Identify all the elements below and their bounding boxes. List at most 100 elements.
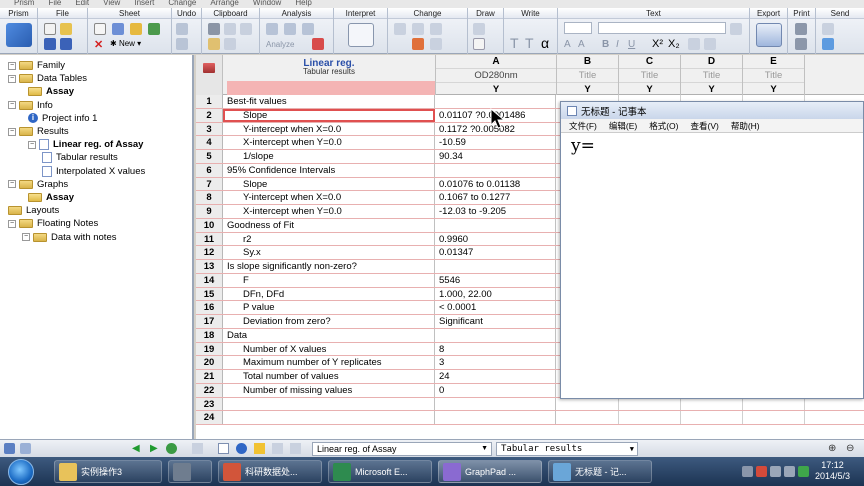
row-number[interactable]: 15 — [196, 287, 223, 301]
column-header-c[interactable]: C Title Y — [619, 55, 681, 95]
row-label-cell[interactable]: Y-intercept when X=0.0 — [223, 122, 435, 136]
save-all-icon[interactable] — [60, 38, 72, 50]
row-number[interactable]: 8 — [196, 191, 223, 204]
row-label-cell[interactable]: 95% Confidence Intervals — [223, 163, 435, 177]
navigator-item[interactable]: − Graphs — [8, 178, 68, 191]
notepad-menu-item[interactable]: 文件(F) — [569, 119, 597, 132]
next-sheet-icon[interactable]: ▶ — [150, 443, 161, 454]
row-number[interactable]: 2 — [196, 108, 223, 122]
row-label-cell[interactable]: Deviation from zero? — [223, 315, 435, 328]
row-number[interactable]: 16 — [196, 301, 223, 314]
export-icon[interactable] — [756, 23, 782, 47]
copy-special-icon[interactable] — [240, 23, 252, 35]
open-folder-icon[interactable] — [60, 23, 72, 35]
print-icon[interactable] — [795, 23, 807, 35]
draw-line-icon[interactable] — [473, 23, 485, 35]
prism-logo-icon[interactable] — [6, 23, 32, 47]
row-label-cell[interactable]: 1/slope — [223, 150, 435, 163]
row-label-cell[interactable]: Number of missing values — [223, 383, 435, 397]
sheet-select[interactable]: Linear reg. of Assay ▼ — [312, 442, 492, 456]
interpret-checklist-icon[interactable] — [348, 23, 374, 47]
system-clock[interactable]: 17:12 2014/5/3 — [815, 460, 850, 482]
value-cell[interactable]: 90.34 — [436, 150, 556, 163]
row-number[interactable]: 9 — [196, 205, 223, 218]
row-number[interactable]: 17 — [196, 315, 223, 328]
empty-cell[interactable] — [557, 397, 619, 411]
font-size-select[interactable] — [564, 22, 592, 34]
value-cell[interactable]: Significant — [436, 315, 556, 328]
notepad-menu-item[interactable]: 格式(O) — [649, 119, 678, 132]
cut-icon[interactable] — [208, 23, 220, 35]
row-number[interactable]: 7 — [196, 177, 223, 191]
paste-special-icon[interactable] — [224, 38, 236, 50]
tray-volume-icon[interactable] — [784, 466, 795, 477]
layout-icon[interactable] — [290, 443, 301, 454]
row-number[interactable]: 10 — [196, 218, 223, 232]
value-cell[interactable]: 0.01076 to 0.01138 — [436, 177, 556, 191]
info-icon[interactable] — [236, 443, 247, 454]
expand-toggle-icon[interactable]: − — [8, 180, 16, 189]
value-cell[interactable]: -12.03 to -9.205 — [436, 205, 556, 218]
change-scheme-icon[interactable] — [412, 38, 424, 50]
change-axes-icon[interactable] — [412, 23, 424, 35]
empty-cell[interactable] — [557, 411, 619, 424]
row-number[interactable]: 3 — [196, 122, 223, 136]
empty-cell[interactable] — [743, 397, 805, 411]
notepad-menu-item[interactable]: 查看(V) — [690, 119, 718, 132]
title-column-header[interactable]: Linear reg. Tabular results — [223, 55, 436, 95]
notepad-window[interactable]: 无标题 - 记事本 文件(F) 编辑(E) 格式(O) 查看(V) 帮助(H) y= — [560, 101, 864, 399]
menu-item[interactable]: Window — [253, 0, 281, 8]
row-label-cell[interactable]: Maximum number of Y replicates — [223, 356, 435, 369]
value-cell[interactable]: 0 — [436, 383, 556, 397]
previous-sheet-icon[interactable]: ◀ — [132, 443, 143, 454]
print-preview-icon[interactable] — [795, 38, 807, 50]
font-shrink-icon[interactable]: A — [578, 39, 585, 50]
menu-item[interactable]: Arrange — [210, 0, 238, 8]
text-frame-icon[interactable]: T — [525, 35, 534, 51]
notepad-menu-item[interactable]: 编辑(E) — [609, 119, 637, 132]
row-number[interactable]: 4 — [196, 136, 223, 149]
empty-cell[interactable] — [681, 397, 743, 411]
navigator-item[interactable]: Layouts — [8, 204, 59, 217]
undo-icon[interactable] — [176, 23, 188, 35]
analysis-params-icon[interactable] — [284, 23, 296, 35]
empty-cell[interactable] — [619, 411, 681, 424]
expand-toggle-icon[interactable]: − — [8, 101, 16, 110]
menu-item[interactable]: Change — [168, 0, 196, 8]
align-center-icon[interactable] — [704, 38, 716, 50]
expand-toggle-icon[interactable]: − — [8, 219, 16, 228]
taskbar-button[interactable]: 科研数据处... — [218, 460, 322, 483]
row-label-cell[interactable]: Data — [223, 328, 435, 342]
change-format-icon[interactable] — [394, 23, 406, 35]
navigator-item[interactable]: − Info — [8, 99, 53, 112]
navigator-item[interactable]: − Floating Notes — [8, 217, 98, 230]
row-label-cell[interactable]: Number of X values — [223, 342, 435, 356]
new-sheet-icon[interactable] — [94, 23, 106, 35]
change-sort-icon[interactable] — [430, 38, 442, 50]
expand-toggle-icon[interactable]: − — [8, 74, 16, 83]
navigator-item[interactable]: − Data with notes — [22, 231, 116, 244]
row-label-cell[interactable]: DFn, DFd — [223, 287, 435, 301]
delete-sheet-icon[interactable]: ✕ — [94, 38, 103, 51]
row-number[interactable]: 14 — [196, 273, 223, 287]
expand-toggle-icon[interactable]: − — [8, 127, 16, 136]
new-sheet-button[interactable]: ✱ New ▾ — [110, 39, 141, 48]
zoom-in-icon[interactable]: ⊕ — [828, 443, 839, 454]
superscript-icon[interactable]: X² — [652, 38, 663, 50]
row-label-cell[interactable]: Y-intercept when X=0.0 — [223, 191, 435, 204]
analyze-button[interactable]: Analyze — [266, 40, 294, 49]
row-number[interactable]: 22 — [196, 383, 223, 397]
value-cell[interactable] — [436, 397, 556, 411]
navigator-item[interactable]: − Results — [8, 125, 69, 138]
text-color-icon[interactable] — [730, 23, 742, 35]
tray-keyboard-icon[interactable] — [742, 466, 753, 477]
analysis-icon[interactable] — [266, 23, 278, 35]
row-number[interactable]: 5 — [196, 150, 223, 163]
column-header-e[interactable]: E Title Y — [743, 55, 805, 95]
tray-s-icon[interactable] — [756, 466, 767, 477]
row-label-cell[interactable] — [223, 411, 435, 424]
value-cell[interactable]: 1.000, 22.00 — [436, 287, 556, 301]
change-colors-icon[interactable] — [430, 23, 442, 35]
value-cell[interactable] — [436, 95, 556, 108]
value-cell[interactable] — [436, 328, 556, 342]
